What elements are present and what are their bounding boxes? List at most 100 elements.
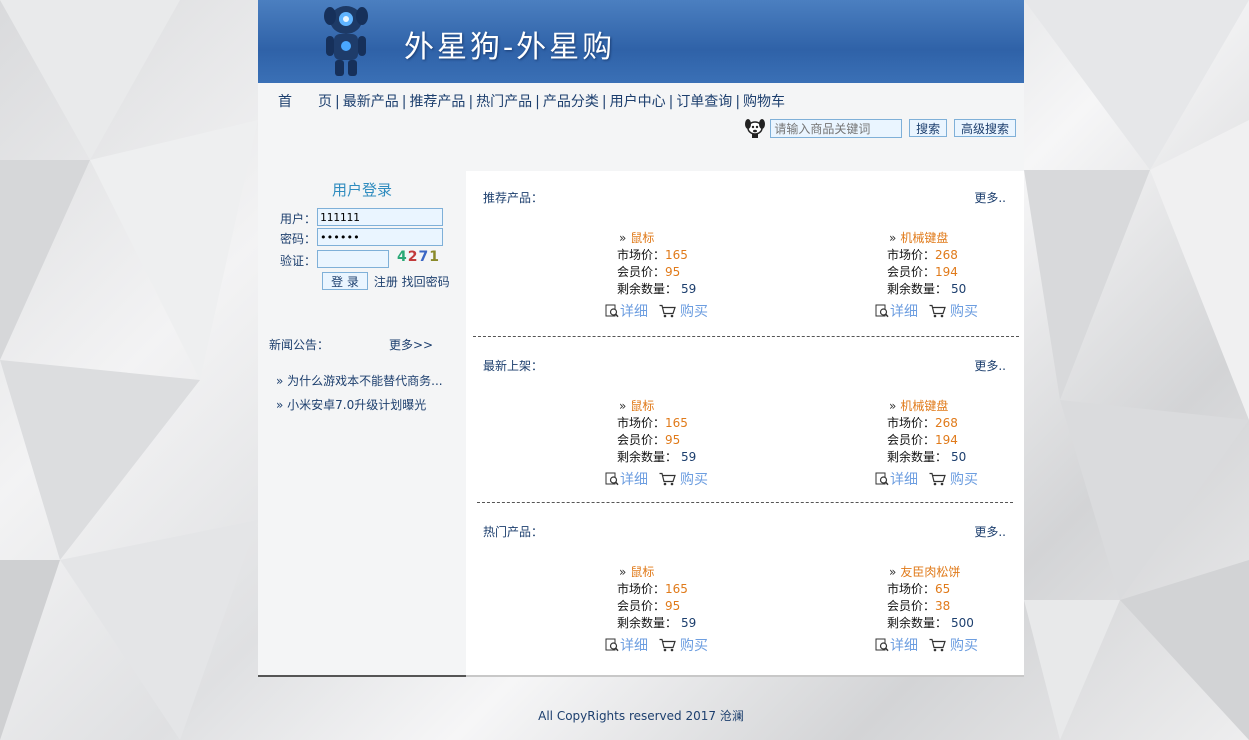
member-price-row: 会员价：95 [617, 431, 680, 448]
nav-cart[interactable]: 购物车 [743, 94, 785, 110]
buy-button[interactable]: 购买 [659, 301, 708, 321]
product-card: » 机械键盘 市场价：268 会员价：194 剩余数量： 50 详细 购买 [766, 397, 1016, 497]
stock-count-value: 50 [951, 282, 967, 296]
nav-user-center[interactable]: 用户中心 [610, 94, 666, 110]
product-name-link[interactable]: » 机械键盘 [889, 397, 948, 414]
member-price-value: 95 [665, 599, 681, 613]
search-button[interactable]: 搜索 [909, 119, 948, 137]
detail-button[interactable]: 详细 [605, 469, 648, 489]
buy-button[interactable]: 购买 [929, 469, 978, 489]
product-image[interactable] [496, 229, 586, 319]
news-item-label: 小米安卓7.0升级计划曝光 [287, 398, 427, 412]
captcha-input[interactable] [317, 250, 389, 268]
detail-label: 详细 [620, 472, 648, 488]
product-name: 机械键盘 [900, 231, 949, 245]
news-title: 新闻公告： [269, 338, 330, 352]
buy-label: 购买 [950, 472, 978, 488]
buy-button[interactable]: 购买 [929, 635, 978, 655]
advanced-search-button[interactable]: 高级搜索 [953, 119, 1016, 137]
product-name-link[interactable]: » 鼠标 [619, 563, 654, 580]
member-price-row: 会员价：95 [617, 263, 680, 280]
captcha-row: 验证： 4271 [280, 249, 439, 269]
cart-icon [929, 472, 947, 488]
stock-count-label: 剩余数量： [617, 450, 678, 464]
nav-home[interactable]: 首页 [278, 94, 332, 110]
product-name: 鼠标 [630, 399, 655, 413]
bullet-icon: » [889, 399, 897, 413]
news-item[interactable]: » 小米安卓7.0升级计划曝光 [276, 396, 426, 413]
detail-label: 详细 [620, 304, 648, 320]
detail-button[interactable]: 详细 [875, 301, 918, 321]
main-content: 推荐产品： 更多..» 鼠标 市场价：165 会员价：95 剩余数量： 59 详细 购买» 机械键… [466, 171, 1024, 675]
nav-hot[interactable]: 热门产品 [476, 94, 532, 110]
nav-categories[interactable]: 产品分类 [543, 94, 599, 110]
sidebar: 用户登录 用户： 密码： 验证： 4271 登 录 注册 找回密码 新闻公告： … [258, 171, 466, 675]
captcha-label: 验证： [280, 254, 317, 268]
nav-separator: | [735, 94, 741, 110]
buy-button[interactable]: 购买 [929, 301, 978, 321]
news-more-link[interactable]: 更多>> [389, 336, 433, 353]
member-price-value: 38 [935, 599, 951, 613]
product-image[interactable] [496, 563, 586, 653]
stock-count-value: 59 [681, 282, 697, 296]
nav-orders[interactable]: 订单查询 [676, 94, 732, 110]
detail-button[interactable]: 详细 [875, 469, 918, 489]
nav-separator: | [335, 94, 340, 110]
detail-icon [875, 304, 890, 320]
product-image[interactable] [496, 397, 586, 487]
register-link[interactable]: 注册 [374, 275, 398, 289]
market-price-label: 市场价： [887, 582, 936, 596]
header-banner: 外星狗-外星购 [258, 0, 1024, 83]
product-image[interactable] [766, 229, 856, 319]
section-more-link[interactable]: 更多.. [974, 189, 1006, 206]
product-name: 鼠标 [630, 231, 655, 245]
detail-button[interactable]: 详细 [605, 635, 648, 655]
recover-password-link[interactable]: 找回密码 [402, 275, 450, 289]
news-item-label: 为什么游戏本不能替代商务... [287, 374, 443, 388]
nav-separator: | [401, 94, 407, 110]
member-price-value: 95 [665, 433, 681, 447]
section-title: 推荐产品： [483, 191, 544, 205]
cart-icon [659, 638, 677, 654]
product-name-link[interactable]: » 友臣肉松饼 [889, 563, 960, 580]
section-more-link[interactable]: 更多.. [974, 357, 1006, 374]
cart-icon [929, 638, 947, 654]
page-container: 外星狗-外星购 首页 | 最新产品 | 推荐产品 | 热门产品 | 产品分类 | 用户中心 | 订单查询… [258, 0, 1024, 740]
nav-bar: 首页|最新产品|推荐产品|热门产品|产品分类|用户中心|订单查询|购物车 搜索 … [258, 83, 1024, 171]
section-more-link[interactable]: 更多.. [974, 523, 1006, 540]
member-price-row: 会员价：38 [887, 597, 950, 614]
product-name-link[interactable]: » 机械键盘 [889, 229, 948, 246]
username-input[interactable] [317, 208, 443, 226]
buy-button[interactable]: 购买 [659, 469, 708, 489]
detail-button[interactable]: 详细 [605, 301, 648, 321]
product-name-link[interactable]: » 鼠标 [619, 397, 654, 414]
cart-icon [659, 304, 677, 320]
product-image[interactable] [766, 563, 856, 653]
dog-icon [745, 119, 766, 138]
cart-icon [659, 472, 677, 488]
username-label: 用户： [280, 212, 317, 226]
detail-button[interactable]: 详细 [875, 635, 918, 655]
member-price-row: 会员价：194 [887, 263, 958, 280]
product-card: » 鼠标 市场价：165 会员价：95 剩余数量： 59 详细 购买 [496, 229, 746, 329]
footer-copyright: All CopyRights reserved 2017 沧澜 [538, 709, 744, 723]
search-input[interactable] [770, 119, 903, 138]
buy-label: 购买 [950, 638, 978, 654]
market-price-row: 市场价：165 [617, 414, 688, 431]
login-title: 用户登录 [331, 181, 392, 199]
stock-count-label: 剩余数量： [887, 450, 948, 464]
password-input[interactable] [317, 228, 443, 246]
buy-button[interactable]: 购买 [659, 635, 708, 655]
product-image[interactable] [766, 397, 856, 487]
market-price-label: 市场价： [617, 416, 666, 430]
stock-count-value: 50 [951, 450, 967, 464]
site-title: 外星狗-外星购 [404, 30, 616, 65]
stock-count-label: 剩余数量： [617, 282, 678, 296]
nav-latest[interactable]: 最新产品 [343, 94, 399, 110]
news-item[interactable]: » 为什么游戏本不能替代商务... [276, 372, 443, 389]
captcha-image[interactable]: 4271 [397, 249, 440, 265]
nav-recommended[interactable]: 推荐产品 [409, 94, 465, 110]
login-button[interactable]: 登 录 [322, 272, 368, 290]
product-name-link[interactable]: » 鼠标 [619, 229, 654, 246]
stock-count-value: 59 [681, 616, 697, 630]
